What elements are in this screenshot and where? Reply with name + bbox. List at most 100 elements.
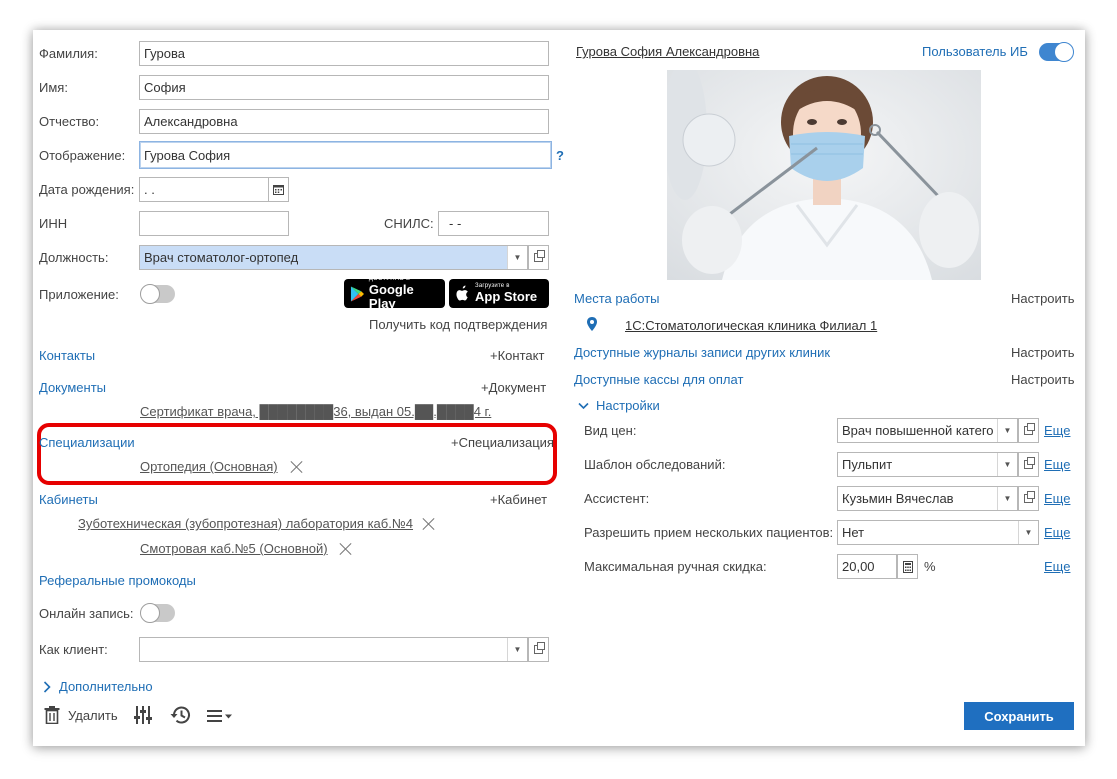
additional-section[interactable]: Дополнительно: [43, 679, 153, 694]
calculator-button[interactable]: [897, 554, 918, 579]
price-type-value: Врач повышенной катего: [842, 423, 994, 438]
configure-cashboxes-button[interactable]: Настроить: [1011, 372, 1075, 387]
snils-label: СНИЛС:: [384, 216, 434, 231]
surname-input[interactable]: Гурова: [139, 41, 549, 66]
apple-icon: [456, 285, 468, 301]
template-more-link[interactable]: Еще: [1044, 457, 1070, 472]
menu-icon[interactable]: [207, 709, 233, 723]
close-icon[interactable]: [290, 460, 304, 474]
journals-section[interactable]: Доступные журналы записи других клиник: [574, 345, 830, 360]
document-item[interactable]: Сертификат врача, ████████36, выдан 05.█…: [140, 404, 491, 419]
open-client-button[interactable]: [528, 637, 549, 662]
dropdown-arrow-icon[interactable]: ▼: [507, 638, 527, 661]
specialization-item[interactable]: Ортопедия (Основная): [140, 459, 278, 474]
add-contact-button[interactable]: +Контакт: [490, 348, 544, 363]
multi-patients-label: Разрешить прием нескольких пациентов:: [584, 525, 834, 540]
surname-label: Фамилия:: [39, 46, 98, 61]
help-icon[interactable]: ?: [556, 148, 564, 163]
calculator-icon: [902, 560, 913, 573]
close-icon[interactable]: [339, 542, 353, 556]
configure-journals-button[interactable]: Настроить: [1011, 345, 1075, 360]
calendar-button[interactable]: [268, 177, 289, 202]
ib-user-link[interactable]: Пользователь ИБ: [922, 44, 1028, 59]
discount-label: Максимальная ручная скидка:: [584, 559, 767, 574]
snils-input[interactable]: - -: [438, 211, 549, 236]
birthdate-input[interactable]: . .: [139, 177, 269, 202]
cabinet-item[interactable]: Смотровая каб.№5 (Основной): [140, 541, 328, 556]
referral-promo-section[interactable]: Реферальные промокоды: [39, 573, 196, 588]
online-booking-toggle[interactable]: [140, 603, 175, 623]
name-input[interactable]: София: [139, 75, 549, 100]
google-play-badge[interactable]: ДОСТУПНО В Google Play: [344, 276, 445, 311]
template-label: Шаблон обследований:: [584, 457, 726, 472]
app-store-text: App Store: [475, 289, 538, 304]
assistant-select[interactable]: Кузьмин Вячеслав ▼: [837, 486, 1018, 511]
birthdate-value: . .: [144, 182, 155, 197]
dropdown-arrow-icon[interactable]: ▼: [507, 246, 527, 269]
birthdate-label: Дата рождения:: [39, 182, 135, 197]
workplaces-section[interactable]: Места работы: [574, 291, 660, 306]
calendar-icon: [273, 185, 284, 195]
configure-workplaces-button[interactable]: Настроить: [1011, 291, 1075, 306]
discount-input[interactable]: 20,00: [837, 554, 897, 579]
patronymic-input[interactable]: Александровна: [139, 109, 549, 134]
confirm-code-link[interactable]: Получить код подтверждения: [369, 317, 547, 332]
open-assistant-button[interactable]: [1018, 486, 1039, 511]
chevron-right-icon: [43, 680, 51, 693]
position-select[interactable]: Врач стоматолог-ортопед ▼: [139, 245, 528, 270]
price-more-link[interactable]: Еще: [1044, 423, 1070, 438]
client-select[interactable]: ▼: [139, 637, 528, 662]
template-select[interactable]: Пульпит ▼: [837, 452, 1018, 477]
app-store-badge[interactable]: Загрузите в App Store: [449, 279, 549, 308]
multi-more-link[interactable]: Еще: [1044, 525, 1070, 540]
discount-more-link[interactable]: Еще: [1044, 559, 1070, 574]
price-type-label: Вид цен:: [584, 423, 637, 438]
app-toggle[interactable]: [140, 284, 175, 304]
open-form-icon: [534, 642, 545, 654]
dropdown-arrow-icon[interactable]: ▼: [1018, 521, 1038, 544]
add-specialization-button[interactable]: +Специализация: [451, 435, 554, 450]
multi-patients-select[interactable]: Нет ▼: [837, 520, 1039, 545]
open-price-type-button[interactable]: [1018, 418, 1039, 443]
open-form-icon: [1024, 423, 1035, 435]
open-form-icon: [1024, 457, 1035, 469]
clinic-link[interactable]: 1С:Стоматологическая клиника Филиал 1: [625, 318, 877, 333]
open-position-button[interactable]: [528, 245, 549, 270]
dropdown-arrow-icon[interactable]: ▼: [997, 453, 1017, 476]
employee-fullname[interactable]: Гурова София Александровна: [576, 44, 759, 59]
documents-section[interactable]: Документы: [39, 380, 106, 395]
cashboxes-section[interactable]: Доступные кассы для оплат: [574, 372, 743, 387]
price-type-select[interactable]: Врач повышенной катего ▼: [837, 418, 1018, 443]
sliders-icon[interactable]: [133, 705, 153, 725]
open-form-icon: [1024, 491, 1035, 503]
display-label: Отображение:: [39, 148, 126, 163]
specializations-section[interactable]: Специализации: [39, 435, 135, 450]
assistant-label: Ассистент:: [584, 491, 650, 506]
google-play-icon: [350, 286, 364, 301]
open-template-button[interactable]: [1018, 452, 1039, 477]
ib-user-toggle[interactable]: [1039, 42, 1074, 62]
cabinet-item[interactable]: Зуботехническая (зубопротезная) лаборато…: [78, 516, 413, 531]
google-play-text: Google Play: [368, 282, 414, 311]
additional-label: Дополнительно: [59, 679, 153, 694]
position-label: Должность:: [39, 250, 109, 265]
trash-icon: [44, 706, 60, 724]
add-document-button[interactable]: +Документ: [481, 380, 546, 395]
settings-section[interactable]: Настройки: [578, 398, 660, 413]
dropdown-arrow-icon[interactable]: ▼: [997, 487, 1017, 510]
assistant-more-link[interactable]: Еще: [1044, 491, 1070, 506]
history-icon[interactable]: [170, 705, 191, 725]
name-label: Имя:: [39, 80, 68, 95]
specializations-highlight: [37, 423, 557, 485]
add-cabinet-button[interactable]: +Кабинет: [490, 492, 547, 507]
cabinets-section[interactable]: Кабинеты: [39, 492, 98, 507]
save-button[interactable]: Сохранить: [964, 702, 1074, 730]
employee-photo: [667, 70, 981, 280]
display-input[interactable]: Гурова София: [139, 141, 552, 169]
contacts-section[interactable]: Контакты: [39, 348, 95, 363]
inn-input[interactable]: [139, 211, 289, 236]
dropdown-arrow-icon[interactable]: ▼: [997, 419, 1017, 442]
delete-button[interactable]: Удалить: [44, 706, 118, 724]
close-icon[interactable]: [422, 517, 436, 531]
client-label: Как клиент:: [39, 642, 108, 657]
